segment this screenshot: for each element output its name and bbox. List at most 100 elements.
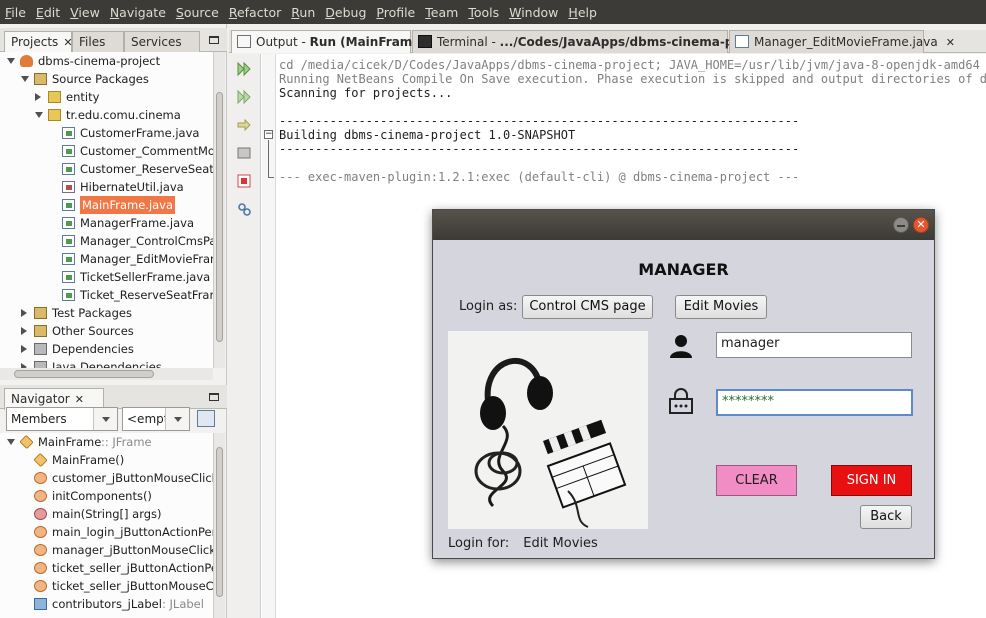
tab-output[interactable]: Output - Run (MainFrame)✕ xyxy=(231,30,443,53)
menu-view[interactable]: View xyxy=(70,5,100,20)
private-method-icon xyxy=(34,562,47,574)
password-field[interactable]: ******** xyxy=(716,389,913,416)
tree-item-label: Java Dependencies xyxy=(52,360,162,368)
collapsed-arrow-icon[interactable] xyxy=(35,93,41,101)
members-filter-value: Members xyxy=(11,412,67,426)
tree-item[interactable]: manager_jButtonMouseClicked xyxy=(0,541,214,559)
clear-button[interactable]: CLEAR xyxy=(716,465,797,496)
menu-tools[interactable]: Tools xyxy=(468,5,499,20)
tree-item[interactable]: Other Sources xyxy=(0,322,214,340)
collapsed-arrow-icon[interactable] xyxy=(21,309,27,317)
tree-item[interactable]: Test Packages xyxy=(0,304,214,322)
tree-item[interactable]: ticket_seller_jButtonMouseClic xyxy=(0,577,214,595)
back-button[interactable]: Back xyxy=(860,505,912,529)
tab-services[interactable]: Services xyxy=(124,31,200,52)
tree-item[interactable]: contributors_jLabel : JLabel xyxy=(0,595,214,613)
tree-item[interactable]: Source Packages xyxy=(0,70,214,88)
output-text[interactable]: cd /media/cicek/D/Codes/JavaApps/dbms-ci… xyxy=(279,58,986,184)
menu-team[interactable]: Team xyxy=(425,5,458,20)
tree-item-label: initComponents() xyxy=(52,489,152,503)
tree-item[interactable]: MainFrame.java xyxy=(0,196,214,214)
rerun-icon[interactable] xyxy=(236,61,252,77)
menu-profile[interactable]: Profile xyxy=(376,5,415,20)
rerun-with-params-icon[interactable] xyxy=(236,89,252,105)
tree-item[interactable]: ManagerFrame.java xyxy=(0,214,214,232)
close-icon[interactable]: ✕ xyxy=(75,393,84,406)
scroll-thumb[interactable] xyxy=(14,370,154,378)
tree-item[interactable]: tr.edu.comu.cinema xyxy=(0,106,214,124)
tree-item[interactable]: main(String[] args) xyxy=(0,505,214,523)
tree-item[interactable]: main_login_jButtonActionPerfo xyxy=(0,523,214,541)
tab-terminal[interactable]: Terminal - .../Codes/JavaApps/dbms-cinem… xyxy=(412,30,790,53)
minimize-window-icon[interactable] xyxy=(893,217,909,233)
secondary-filter-combo[interactable]: <empt… xyxy=(122,407,190,431)
tree-item-label: HibernateUtil.java xyxy=(80,180,184,194)
dialog-titlebar[interactable]: ✕ xyxy=(433,210,934,240)
lock-icon xyxy=(669,388,693,414)
menu-debug[interactable]: Debug xyxy=(325,5,366,20)
menu-file[interactable]: File xyxy=(5,5,26,20)
tree-item[interactable]: Customer_ReserveSeatFr xyxy=(0,160,214,178)
menu-window[interactable]: Window xyxy=(509,5,558,20)
menu-navigate[interactable]: Navigate xyxy=(110,5,166,20)
tree-item[interactable]: ticket_seller_jButtonActionPer xyxy=(0,559,214,577)
edit-movies-button[interactable]: Edit Movies xyxy=(675,295,767,319)
tree-item[interactable]: Customer_CommentMov xyxy=(0,142,214,160)
tree-item[interactable]: HibernateUtil.java xyxy=(0,178,214,196)
expanded-arrow-icon[interactable] xyxy=(21,76,29,82)
output-fold-gutter: − xyxy=(262,54,276,618)
fold-toggle-icon[interactable]: − xyxy=(264,130,273,139)
collapsed-arrow-icon[interactable] xyxy=(21,327,27,335)
stop-icon[interactable] xyxy=(236,173,252,189)
navigator-options-icon[interactable] xyxy=(197,410,215,427)
collapsed-arrow-icon[interactable] xyxy=(21,345,27,353)
expanded-arrow-icon[interactable] xyxy=(35,112,43,118)
members-filter-combo[interactable]: Members xyxy=(6,407,118,431)
tree-item[interactable]: CustomerFrame.java xyxy=(0,124,214,142)
menu-help[interactable]: Help xyxy=(568,5,597,20)
tree-item[interactable]: Dependencies xyxy=(0,340,214,358)
control-cms-page-button[interactable]: Control CMS page xyxy=(522,295,653,319)
tree-item[interactable]: Java Dependencies xyxy=(0,358,214,368)
tree-item[interactable]: entity xyxy=(0,88,214,106)
chevron-down-icon[interactable] xyxy=(165,408,189,430)
tree-item[interactable]: MainFrame :: JFrame xyxy=(0,433,214,451)
projects-vscroll[interactable] xyxy=(213,52,225,368)
tree-item-label: manager_jButtonMouseClicked xyxy=(52,543,214,557)
chevron-down-icon[interactable] xyxy=(93,408,117,430)
filter-icon[interactable] xyxy=(236,201,252,217)
fold-line-end xyxy=(268,177,274,178)
username-field[interactable]: manager xyxy=(716,332,912,358)
scroll-thumb[interactable] xyxy=(216,92,223,342)
menu-edit[interactable]: Edit xyxy=(36,5,60,20)
tree-item-label: Customer_CommentMov xyxy=(80,144,214,158)
menu-run[interactable]: Run xyxy=(291,5,315,20)
tree-item[interactable]: dbms-cinema-project xyxy=(0,52,214,70)
close-icon[interactable]: ✕ xyxy=(946,36,955,49)
tab-manager-editmovieframe[interactable]: Manager_EditMovieFrame.java ✕ xyxy=(729,30,955,53)
minimize-icon[interactable] xyxy=(209,36,219,44)
tab-projects[interactable]: Projects ✕ xyxy=(4,31,73,53)
tree-item-label: Ticket_ReserveSeatFram xyxy=(80,288,214,302)
menu-refactor[interactable]: Refactor xyxy=(229,5,281,20)
tree-item[interactable]: customer_jButtonMouseClicke xyxy=(0,469,214,487)
sign-in-button[interactable]: SIGN IN xyxy=(831,465,912,496)
expanded-arrow-icon[interactable] xyxy=(7,439,15,445)
tree-item-label: Source Packages xyxy=(52,72,149,86)
step-icon[interactable] xyxy=(236,117,252,133)
menu-source[interactable]: Source xyxy=(176,5,219,20)
projects-hscroll[interactable] xyxy=(0,368,213,380)
tree-item[interactable]: MainFrame() xyxy=(0,451,214,469)
tree-item[interactable]: TicketSellerFrame.java xyxy=(0,268,214,286)
navigator-vscroll[interactable] xyxy=(213,433,225,618)
settings-icon[interactable] xyxy=(236,145,252,161)
tab-files[interactable]: Files xyxy=(72,31,124,52)
minimize-icon[interactable] xyxy=(209,393,219,401)
tree-item[interactable]: Manager_EditMovieFram xyxy=(0,250,214,268)
tree-item[interactable]: Ticket_ReserveSeatFram xyxy=(0,286,214,304)
tree-item[interactable]: initComponents() xyxy=(0,487,214,505)
scroll-thumb[interactable] xyxy=(216,447,223,597)
tree-item[interactable]: Manager_ControlCmsPag xyxy=(0,232,214,250)
expanded-arrow-icon[interactable] xyxy=(7,58,15,64)
close-window-icon[interactable]: ✕ xyxy=(913,217,929,233)
